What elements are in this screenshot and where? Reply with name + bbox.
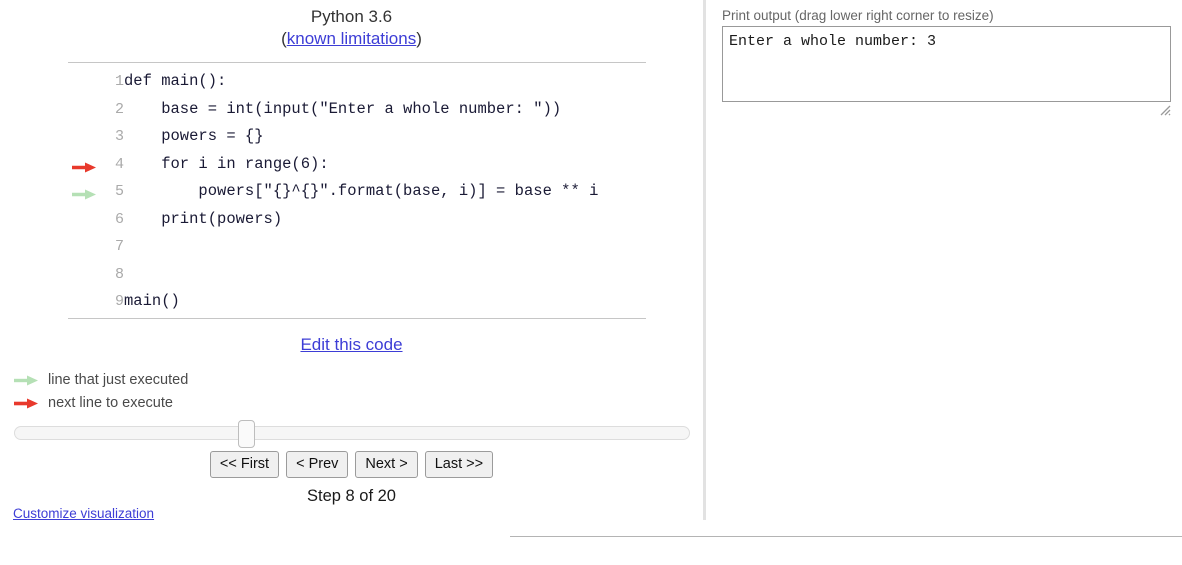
code-line-number: 3 bbox=[114, 128, 124, 145]
python-tutor-visualizer: Python 3.6 (known limitations) 1 def main… bbox=[0, 0, 1182, 565]
code-line-text: def main(): bbox=[124, 72, 227, 90]
legend-row-next: next line to execute bbox=[14, 391, 414, 414]
code-pane: Python 3.6 (known limitations) 1 def main… bbox=[0, 0, 703, 565]
next-line-arrow-icon bbox=[68, 151, 102, 179]
prev-button[interactable]: < Prev bbox=[286, 451, 349, 478]
code-top-rule bbox=[68, 62, 646, 63]
python-version-label: Python 3.6 bbox=[310, 7, 393, 26]
legend-row-executed: line that just executed bbox=[14, 368, 414, 391]
code-line-text: main() bbox=[124, 292, 180, 310]
resize-grip-icon[interactable] bbox=[1158, 103, 1171, 116]
step-slider[interactable] bbox=[14, 420, 690, 448]
edit-code-row: Edit this code bbox=[0, 335, 703, 355]
legend-label-next: next line to execute bbox=[48, 394, 173, 411]
code-gutter-empty bbox=[68, 233, 102, 261]
next-button[interactable]: Next > bbox=[355, 451, 418, 478]
executed-line-arrow-icon bbox=[68, 178, 102, 206]
code-line-text bbox=[124, 261, 598, 289]
code-line-row: 1 def main(): bbox=[68, 68, 598, 96]
code-line-number: 8 bbox=[114, 265, 124, 283]
code-listing: 1 def main(): 2 base = int(input("Enter a … bbox=[68, 68, 598, 316]
code-line-number: 4 bbox=[114, 155, 124, 173]
code-gutter-empty bbox=[68, 206, 102, 234]
code-bottom-rule bbox=[68, 318, 646, 319]
step-counter: Step 8 of 20 bbox=[307, 487, 396, 505]
code-line-text: base = int(input("Enter a whole number: … bbox=[124, 99, 562, 118]
legend-label-executed: line that just executed bbox=[48, 371, 189, 388]
known-limitations-line: (known limitations) bbox=[0, 28, 703, 50]
visualization-pane: Print output (drag lower right corner to… bbox=[703, 0, 1182, 565]
red-arrow-icon bbox=[14, 397, 40, 409]
code-line-row: 3 powers = {} bbox=[68, 123, 598, 151]
code-gutter-empty bbox=[68, 123, 102, 151]
green-arrow-icon bbox=[14, 374, 40, 386]
paren-close: ) bbox=[416, 29, 422, 48]
edit-this-code-link[interactable]: Edit this code bbox=[300, 335, 402, 354]
code-line-row: 6 print(powers) bbox=[68, 206, 598, 234]
customize-row: Customize visualization bbox=[13, 506, 154, 521]
code-line-number: 2 bbox=[114, 100, 124, 118]
known-limitations-link[interactable]: known limitations bbox=[287, 29, 416, 48]
first-button[interactable]: << First bbox=[209, 451, 280, 478]
step-controls: << First < Prev Next > Last >> bbox=[0, 451, 703, 478]
code-line-number: 5 bbox=[114, 183, 124, 200]
code-gutter-empty bbox=[68, 288, 102, 316]
code-line-number: 9 bbox=[114, 293, 124, 310]
code-line-text: for i in range(6): bbox=[124, 154, 329, 173]
code-line-text: powers["{}^{}".format(base, i)] = base *… bbox=[124, 182, 599, 200]
code-line-number: 6 bbox=[114, 210, 124, 228]
code-gutter-empty bbox=[68, 261, 102, 289]
code-line-row: 2 base = int(input("Enter a whole number… bbox=[68, 96, 598, 124]
code-line-row: 8 bbox=[68, 261, 598, 289]
code-line-text bbox=[124, 233, 598, 261]
code-line-text: powers = {} bbox=[124, 127, 264, 145]
print-output-label: Print output (drag lower right corner to… bbox=[722, 8, 994, 23]
code-line-number: 7 bbox=[114, 238, 124, 255]
code-gutter-empty bbox=[68, 96, 102, 124]
code-line-row: 5 powers["{}^{}".format(base, i)] = base… bbox=[68, 178, 598, 206]
code-line-text: print(powers) bbox=[124, 209, 283, 228]
print-output-box[interactable]: Enter a whole number: 3 bbox=[722, 26, 1171, 102]
code-line-row: 9 main() bbox=[68, 288, 598, 316]
code-line-row: 4 for i in range(6): bbox=[68, 151, 598, 179]
paren-open: ( bbox=[281, 29, 287, 48]
code-line-row: 7 bbox=[68, 233, 598, 261]
step-slider-handle[interactable] bbox=[238, 420, 256, 448]
code-gutter-empty bbox=[68, 68, 102, 96]
code-line-number: 1 bbox=[114, 73, 124, 90]
last-button[interactable]: Last >> bbox=[424, 451, 494, 478]
customize-visualization-link[interactable]: Customize visualization bbox=[13, 506, 154, 521]
arrow-legend: line that just executed next line to exe… bbox=[14, 368, 414, 414]
